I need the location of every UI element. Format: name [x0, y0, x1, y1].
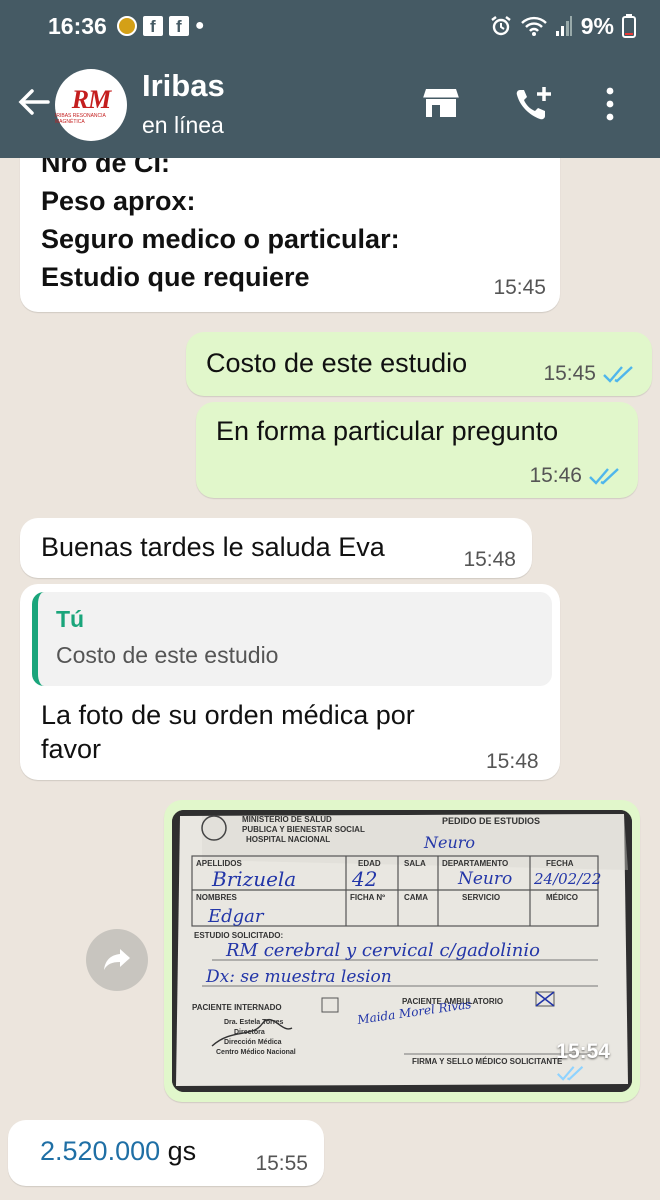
status-right-icons: 9%: [489, 13, 636, 40]
col-medico: MÉDICO: [546, 893, 578, 902]
facebook-icon: f: [168, 16, 189, 36]
back-arrow-icon[interactable]: [14, 82, 54, 122]
contact-name[interactable]: Iribas: [142, 68, 225, 104]
message-line: Peso aprox:: [41, 186, 196, 216]
message-text: Nro de CI: Peso aprox: Seguro medico o p…: [41, 158, 400, 296]
message-time: 15:46: [529, 464, 582, 487]
message-text: Buenas tardes le saluda Eva: [41, 532, 385, 562]
quote-text: Costo de este estudio: [56, 642, 279, 668]
message-text: Costo de este estudio: [206, 348, 468, 378]
hw-fecha: 24/02/22: [533, 870, 601, 888]
status-left-icons: f f ●: [116, 16, 205, 36]
message-line: Seguro medico o particular:: [41, 224, 400, 254]
col-fecha: FECHA: [546, 859, 574, 868]
status-time: 16:36: [48, 12, 107, 39]
message-line: favor: [41, 734, 102, 764]
hw-nombre: Edgar: [207, 906, 265, 927]
hw-edad: 42: [351, 867, 377, 891]
message-line: La foto de su orden médica por: [41, 700, 415, 730]
col-nombres: NOMBRES: [196, 893, 238, 902]
estudio-solicitado-label: ESTUDIO SOLICITADO:: [194, 931, 283, 940]
message-time: 15:54: [556, 1040, 610, 1082]
firma-label: FIRMA Y SELLO MÉDICO SOLICITANTE: [412, 1057, 563, 1066]
col-sala: SALA: [404, 859, 426, 868]
message-incoming[interactable]: Nro de CI: Peso aprox: Seguro medico o p…: [20, 158, 560, 312]
message-time: 15:45: [493, 276, 546, 299]
message-time: 15:45: [543, 362, 596, 385]
message-text: 2.520.000 gs: [40, 1136, 196, 1167]
message-text: La foto de su orden médica por favor: [41, 698, 415, 766]
message-line: Nro de CI:: [41, 158, 171, 178]
contact-presence: en línea: [142, 112, 224, 138]
message-time: 15:48: [463, 548, 516, 571]
hw-depto-cell: Neuro: [457, 869, 512, 889]
form-title: PEDIDO DE ESTUDIOS: [442, 816, 540, 826]
form-ministry2: PUBLICA Y BIENESTAR SOCIAL: [242, 825, 365, 834]
stamp-line3: Dirección Médica: [224, 1039, 282, 1046]
stamp-line1: Dra. Estela Torres: [224, 1019, 284, 1026]
message-incoming[interactable]: 2.520.000 gs 15:55: [8, 1120, 324, 1186]
message-line: Estudio que requiere: [41, 262, 310, 292]
message-incoming[interactable]: Buenas tardes le saluda Eva 15:48: [20, 518, 532, 578]
notification-dot-icon: ●: [194, 17, 205, 34]
form-hospital: HOSPITAL NACIONAL: [246, 835, 330, 844]
hw-depto: Neuro: [423, 833, 475, 852]
message-time: 15:55: [255, 1152, 308, 1175]
amount-link[interactable]: 2.520.000: [40, 1136, 160, 1166]
read-ticks-icon: [603, 366, 633, 383]
quote-author: Tú: [56, 606, 85, 632]
hw-estudio: RM cerebral y cervical c/gadolinio: [225, 940, 540, 961]
facebook-icon: f: [142, 16, 163, 36]
col-cama: CAMA: [404, 893, 428, 902]
wifi-icon: [520, 16, 547, 36]
form-ministry: MINISTERIO DE SALUD: [242, 815, 332, 824]
coin-icon: [116, 16, 137, 36]
forward-icon: [104, 949, 130, 970]
stamp-line4: Centro Médico Nacional: [216, 1049, 296, 1056]
hw-apellido: Brizuela: [211, 867, 296, 891]
read-ticks-icon: [589, 468, 619, 485]
forward-button[interactable]: [86, 929, 148, 991]
message-text: En forma particular pregunto: [216, 416, 559, 446]
read-ticks-icon: [557, 1066, 584, 1081]
hw-dx: Dx: se muestra lesion: [205, 967, 392, 987]
paciente-internado: PACIENTE INTERNADO: [192, 1003, 282, 1012]
contact-avatar[interactable]: RM IRIBAS RESONANCIA MAGNÉTICA: [55, 69, 127, 141]
store-icon[interactable]: [422, 85, 460, 121]
avatar-logo: RM: [71, 85, 111, 114]
medical-order-photo[interactable]: MINISTERIO DE SALUD PUBLICA Y BIENESTAR …: [172, 810, 632, 1092]
status-bar: 16:36 f f ● 9%: [0, 0, 660, 52]
chat-area[interactable]: Nro de CI: Peso aprox: Seguro medico o p…: [0, 158, 660, 1200]
message-outgoing[interactable]: En forma particular pregunto 15:46: [196, 402, 638, 498]
message-outgoing[interactable]: Costo de este estudio 15:45: [186, 332, 652, 396]
quoted-message[interactable]: Tú Costo de este estudio: [32, 592, 552, 686]
signal-icon: [555, 16, 572, 36]
col-servicio: SERVICIO: [462, 893, 500, 902]
col-ficha: FICHA Nº: [350, 893, 385, 902]
more-options-icon[interactable]: [604, 85, 616, 125]
message-time: 15:48: [486, 750, 539, 773]
avatar-logo-sub: IRIBAS RESONANCIA MAGNÉTICA: [55, 113, 106, 125]
amount-unit: gs: [167, 1136, 197, 1166]
add-call-icon[interactable]: [514, 85, 556, 125]
battery-icon: [622, 14, 636, 38]
col-departamento: DEPARTAMENTO: [442, 859, 508, 868]
chat-header: RM IRIBAS RESONANCIA MAGNÉTICA Iribas en…: [0, 52, 660, 158]
battery-percent: 9%: [580, 12, 614, 39]
alarm-icon: [491, 16, 511, 36]
